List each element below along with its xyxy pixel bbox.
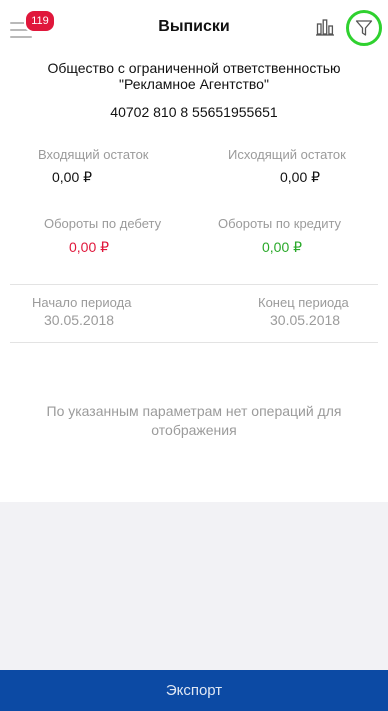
period-end-label: Конец периода — [258, 295, 349, 310]
credit-turnover-value: 0,00 ₽ — [262, 239, 303, 255]
empty-state-message: По указанным параметрам нет операций для… — [46, 403, 342, 438]
export-button[interactable]: Экспорт — [0, 670, 388, 711]
period-end-date[interactable]: 30.05.2018 — [270, 312, 340, 328]
incoming-balance-label: Входящий остаток — [38, 147, 149, 162]
period-start-label: Начало периода — [32, 295, 132, 310]
incoming-balance-value: 0,00 ₽ — [52, 169, 93, 185]
filter-button[interactable] — [346, 10, 382, 46]
divider — [10, 342, 378, 343]
debit-turnover-label: Обороты по дебету — [44, 216, 162, 231]
period-start-date[interactable]: 30.05.2018 — [44, 312, 114, 328]
divider — [10, 284, 378, 285]
top-bar: 119 Выписки — [0, 0, 388, 58]
debit-turnover-value: 0,00 ₽ — [69, 239, 110, 255]
bar-chart-icon[interactable] — [316, 18, 334, 36]
outgoing-balance-label: Исходящий остаток — [228, 147, 346, 162]
account-number: 40702 810 8 55651955651 — [110, 104, 278, 120]
empty-list-area — [0, 502, 388, 670]
filter-icon — [355, 20, 373, 36]
company-name: Общество с ограниченной ответственностью… — [47, 60, 341, 92]
credit-turnover-label: Обороты по кредиту — [218, 216, 342, 231]
outgoing-balance-value: 0,00 ₽ — [280, 169, 321, 185]
